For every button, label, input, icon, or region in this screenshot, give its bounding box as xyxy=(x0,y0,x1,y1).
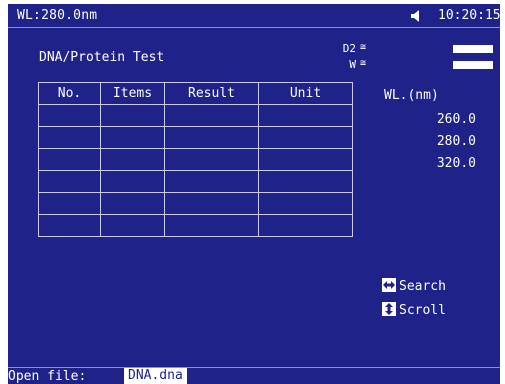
wavelength-list: 260.0 280.0 320.0 xyxy=(419,110,476,176)
table-cell xyxy=(164,192,259,215)
table-cell xyxy=(258,126,353,149)
table-cell xyxy=(38,214,101,237)
table-cell xyxy=(100,126,165,149)
table-row[interactable] xyxy=(38,170,353,193)
table-cell xyxy=(100,104,165,127)
table-cell xyxy=(38,148,101,171)
table-row[interactable] xyxy=(38,104,353,127)
speaker-icon xyxy=(411,10,419,22)
table-cell xyxy=(258,192,353,215)
table-row[interactable] xyxy=(38,126,353,149)
table-cell xyxy=(100,214,165,237)
wavelength-header: WL.(nm) xyxy=(384,88,439,103)
col-no: No. xyxy=(38,82,101,105)
lamp-d2-label: D2 xyxy=(342,42,356,55)
scroll-hint: Scroll xyxy=(382,302,446,318)
table-cell xyxy=(100,170,165,193)
table-cell xyxy=(38,192,101,215)
clock: 10:20:15 xyxy=(438,8,501,23)
col-unit: Unit xyxy=(258,82,353,105)
table-cell xyxy=(100,192,165,215)
table-cell xyxy=(258,148,353,171)
bottom-status-bar: Open file: DNA.dna xyxy=(8,367,500,384)
scroll-hint-label: Scroll xyxy=(399,303,446,318)
table-row[interactable] xyxy=(38,214,353,237)
table-cell xyxy=(258,214,353,237)
table-cell xyxy=(38,126,101,149)
wavelength-item: 260.0 xyxy=(436,112,476,127)
table-cell xyxy=(164,148,259,171)
left-right-arrow-icon xyxy=(382,278,396,292)
lamp-w-symbol: ≅ xyxy=(359,58,366,69)
lamp-d2-symbol: ≅ xyxy=(359,42,366,53)
table-cell xyxy=(38,170,101,193)
open-file-label: Open file: xyxy=(8,369,87,384)
lamp-w-indicator xyxy=(453,61,493,69)
wavelength-panel: WL.(nm) 260.0 280.0 320.0 xyxy=(384,88,476,171)
results-table: No. Items Result Unit xyxy=(38,82,353,237)
table-cell xyxy=(258,104,353,127)
table-cell xyxy=(100,148,165,171)
lamp-d2-indicator xyxy=(453,45,493,53)
table-cell xyxy=(164,104,259,127)
page-title: DNA/Protein Test xyxy=(39,50,165,65)
table-cell xyxy=(164,126,259,149)
table-cell xyxy=(258,170,353,193)
wavelength-item: 280.0 xyxy=(436,134,476,149)
search-hint-label: Search xyxy=(399,279,446,294)
wavelength-item: 320.0 xyxy=(436,156,476,171)
col-result: Result xyxy=(164,82,259,105)
open-file-name[interactable]: DNA.dna xyxy=(124,368,187,384)
top-status-bar: WL:280.0nm 10:20:15 xyxy=(8,4,501,28)
table-cell xyxy=(38,104,101,127)
col-items: Items xyxy=(100,82,165,105)
table-cell xyxy=(164,214,259,237)
search-hint: Search xyxy=(382,278,446,294)
instrument-screen: WL:280.0nm 10:20:15 DNA/Protein Test D2 … xyxy=(8,4,501,384)
table-header-row: No. Items Result Unit xyxy=(38,82,353,105)
table-row[interactable] xyxy=(38,192,353,215)
current-wavelength: WL:280.0nm xyxy=(17,8,98,23)
up-down-arrow-icon xyxy=(382,302,396,316)
lamp-w-label: W xyxy=(349,58,356,71)
table-row[interactable] xyxy=(38,148,353,171)
table-cell xyxy=(164,170,259,193)
